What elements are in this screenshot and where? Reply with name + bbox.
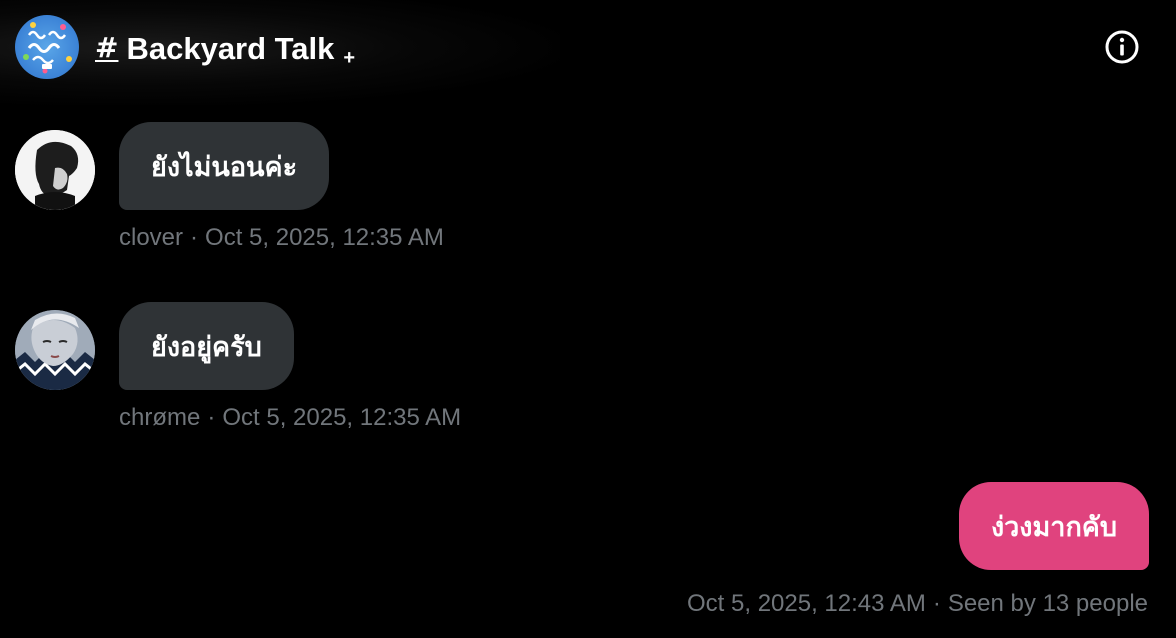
sender-name[interactable]: chrøme	[119, 404, 200, 431]
message-timestamp: Oct 5, 2025, 12:35 AM	[205, 224, 444, 251]
info-circle-icon	[1105, 30, 1139, 64]
profile-photo-chrome	[15, 310, 95, 390]
conversation-header: # Backyard Talk +	[0, 0, 1176, 105]
profile-photo-clover	[15, 130, 95, 210]
message-timestamp: Oct 5, 2025, 12:43 AM	[687, 590, 926, 617]
message-meta: Oct 5, 2025, 12:43 AM · Seen by 13 people	[687, 590, 1148, 618]
conversation-info-button[interactable]	[1104, 29, 1140, 65]
meta-separator: ·	[190, 224, 199, 251]
message-bubble-outgoing[interactable]: ง่วงมากคับ	[958, 482, 1149, 570]
meta-separator: ·	[932, 590, 941, 617]
avatar[interactable]	[15, 130, 95, 210]
group-logo-graphic	[23, 22, 72, 74]
meta-separator: ·	[207, 404, 216, 431]
message-timestamp: Oct 5, 2025, 12:35 AM	[222, 404, 462, 431]
message-meta: chrøme · Oct 5, 2025, 12:35 AM	[119, 404, 461, 432]
seen-status[interactable]: Seen by 13 people	[948, 590, 1148, 617]
avatar[interactable]	[15, 310, 95, 390]
group-avatar[interactable]	[15, 15, 79, 79]
conversation-title: Backyard Talk	[126, 30, 335, 66]
message-meta: clover · Oct 5, 2025, 12:35 AM	[119, 224, 444, 252]
channel-title-row[interactable]: # Backyard Talk +	[95, 28, 355, 69]
add-member-icon[interactable]: +	[343, 48, 355, 68]
message-bubble[interactable]: ยังอยู่ครับ	[119, 302, 294, 390]
message-bubble[interactable]: ยังไม่นอนค่ะ	[119, 122, 330, 210]
channel-hash-icon: #	[95, 31, 119, 64]
sender-name[interactable]: clover	[119, 224, 183, 251]
